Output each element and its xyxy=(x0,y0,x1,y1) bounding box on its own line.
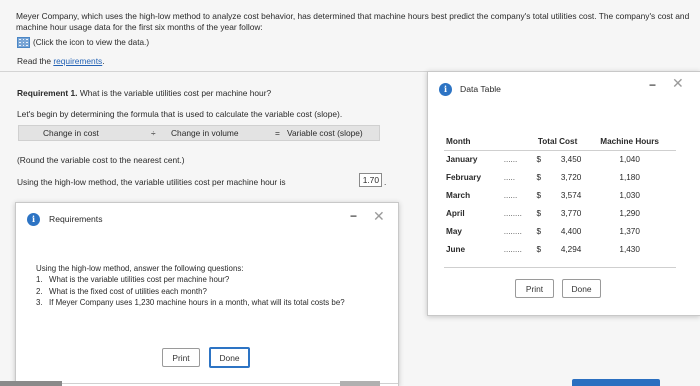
list-item: 2. What is the fixed cost of utilities ea… xyxy=(36,286,207,296)
done-button[interactable]: Done xyxy=(209,347,250,368)
bottom-primary-button[interactable] xyxy=(572,379,660,386)
requirements-intro: Using the high-low method, answer the fo… xyxy=(36,264,244,273)
bottom-left-control[interactable] xyxy=(0,381,62,386)
requirements-dialog-header: i Requirements xyxy=(16,203,398,235)
month-column-header: Month xyxy=(444,133,502,151)
table-header-row: Month Total Cost Machine Hours xyxy=(444,133,676,151)
table-row: June ........ $ 4,294 1,430 xyxy=(446,244,640,254)
minimize-icon[interactable]: − xyxy=(649,78,656,92)
table-row: February ..... $ 3,720 1,180 xyxy=(446,172,640,182)
read-requirements-line: Read the requirements. xyxy=(17,56,105,66)
rounding-note: (Round the variable cost to the nearest … xyxy=(17,155,185,165)
bottom-center-control[interactable] xyxy=(340,381,380,386)
formula-divide-sign: ÷ xyxy=(151,128,156,138)
list-item: 1. What is the variable utilities cost pe… xyxy=(36,275,230,285)
machine-hours-column-header: Machine Hours xyxy=(583,133,676,151)
table-row: May ........ $ 4,400 1,370 xyxy=(446,226,640,236)
table-row: April ........ $ 3,770 1,290 xyxy=(446,208,640,218)
formula-variable-cost: Variable cost (slope) xyxy=(287,128,363,138)
done-button[interactable]: Done xyxy=(562,279,601,298)
table-bottom-divider xyxy=(444,267,676,268)
data-table-dialog-header: i Data Table xyxy=(428,72,700,106)
info-icon: i xyxy=(439,82,452,96)
requirements-list: Using the high-low method, answer the fo… xyxy=(36,263,386,308)
data-table-dialog: i Data Table − ✕ Month Total Cost Machin… xyxy=(427,71,700,316)
problem-intro: Meyer Company, which uses the high-low m… xyxy=(16,11,690,32)
formula-equals-sign: = xyxy=(275,128,280,138)
info-icon: i xyxy=(27,212,40,226)
data-table-dialog-title: Data Table xyxy=(460,84,501,94)
requirements-dialog-title: Requirements xyxy=(49,214,103,224)
requirements-dialog: i Requirements − ✕ Using the high-low me… xyxy=(15,202,399,386)
table-row: March ...... $ 3,574 1,030 xyxy=(446,190,640,200)
list-item: 3. If Meyer Company uses 1,230 machine ho… xyxy=(36,297,345,307)
formula-bar: Change in cost ÷ Change in volume = Vari… xyxy=(18,125,380,141)
cost-data-table: Month Total Cost Machine Hours January .… xyxy=(444,133,676,258)
high-low-question: Using the high-low method, the variable … xyxy=(17,177,286,187)
total-cost-column-header: Total Cost xyxy=(501,133,584,151)
print-button[interactable]: Print xyxy=(515,279,554,298)
formula-intro: Let's begin by determining the formula t… xyxy=(17,109,343,119)
requirement-heading: Requirement 1. What is the variable util… xyxy=(17,88,272,98)
table-grid-icon[interactable] xyxy=(17,37,30,48)
formula-change-in-volume: Change in volume xyxy=(171,128,239,138)
formula-change-in-cost: Change in cost xyxy=(43,128,99,138)
data-link[interactable]: (Click the icon to view the data.) xyxy=(17,37,149,48)
close-icon[interactable]: ✕ xyxy=(373,208,385,225)
answer-period: . xyxy=(384,177,387,187)
variable-cost-input[interactable]: 1.70 xyxy=(359,173,382,187)
requirements-link[interactable]: requirements xyxy=(53,56,102,66)
print-button[interactable]: Print xyxy=(162,348,200,367)
close-icon[interactable]: ✕ xyxy=(672,75,684,92)
data-link-text: (Click the icon to view the data.) xyxy=(33,38,150,47)
table-row: January ...... $ 3,450 1,040 xyxy=(446,154,640,164)
minimize-icon[interactable]: − xyxy=(350,209,357,223)
